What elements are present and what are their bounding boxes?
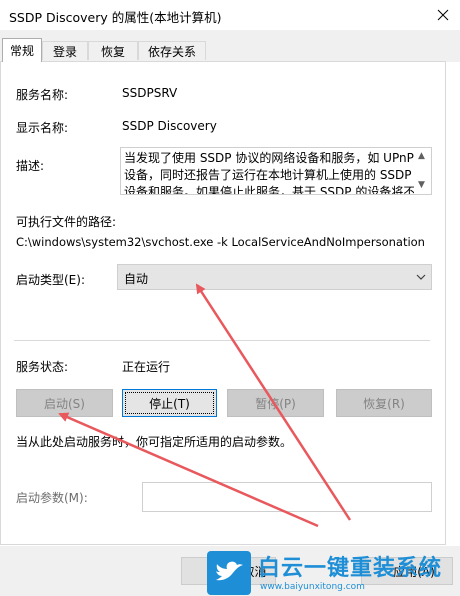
display-name-label: 显示名称: [16,121,69,135]
display-name-value: SSDP Discovery [122,119,217,133]
startup-type-value: 自动 [124,272,149,286]
divider [14,340,430,341]
service-name-label: 服务名称: [16,88,69,102]
service-status-value: 正在运行 [122,360,171,374]
startup-type-select[interactable]: 自动 [117,264,432,290]
chevron-down-icon [416,274,426,280]
exe-path-label: 可执行文件的路径: [16,215,117,229]
stop-button[interactable]: 停止(T) [122,389,217,417]
start-button[interactable]: 启动(S) [16,389,113,417]
description-textbox[interactable]: 当发现了使用 SSDP 协议的网络设备和服务，如 UPnP 设备，同时还报告了运… [120,147,432,195]
pause-button[interactable]: 暂停(P) [227,389,324,417]
service-status-label: 服务状态: [16,360,69,374]
scroll-down-icon[interactable]: ▼ [418,180,425,190]
start-hint-text: 当从此处启动服务时，你可指定所适用的启动参数。 [16,435,293,449]
start-params-label: 启动参数(M): [16,491,88,505]
watermark-title: 白云一键重装系统 [258,556,443,581]
tab-logon[interactable]: 登录 [42,41,88,60]
tab-general[interactable]: 常规 [2,38,42,62]
window-title: SSDP Discovery 的属性(本地计算机) [9,10,222,25]
service-name-value: SSDPSRV [122,86,178,100]
watermark-url: www.baiyunxitong.com [260,582,365,592]
startup-type-label: 启动类型(E): [16,273,85,287]
start-params-input[interactable] [142,482,432,512]
close-icon [437,9,448,21]
description-label: 描述: [16,159,45,173]
close-button[interactable] [425,0,460,30]
scroll-up-icon[interactable]: ▲ [418,151,425,161]
tab-recovery[interactable]: 恢复 [88,41,138,60]
tab-dependencies[interactable]: 依存关系 [138,41,206,60]
bird-logo-icon [207,551,251,595]
watermark: 白云一键重装系统 www.baiyunxitong.com [206,550,460,596]
exe-path-value: C:\windows\system32\svchost.exe -k Local… [16,235,425,249]
description-text: 当发现了使用 SSDP 协议的网络设备和服务，如 UPnP 设备，同时还报告了运… [124,151,416,195]
resume-button[interactable]: 恢复(R) [336,389,432,417]
description-scrollbar[interactable]: ▲ ▼ [414,148,431,194]
